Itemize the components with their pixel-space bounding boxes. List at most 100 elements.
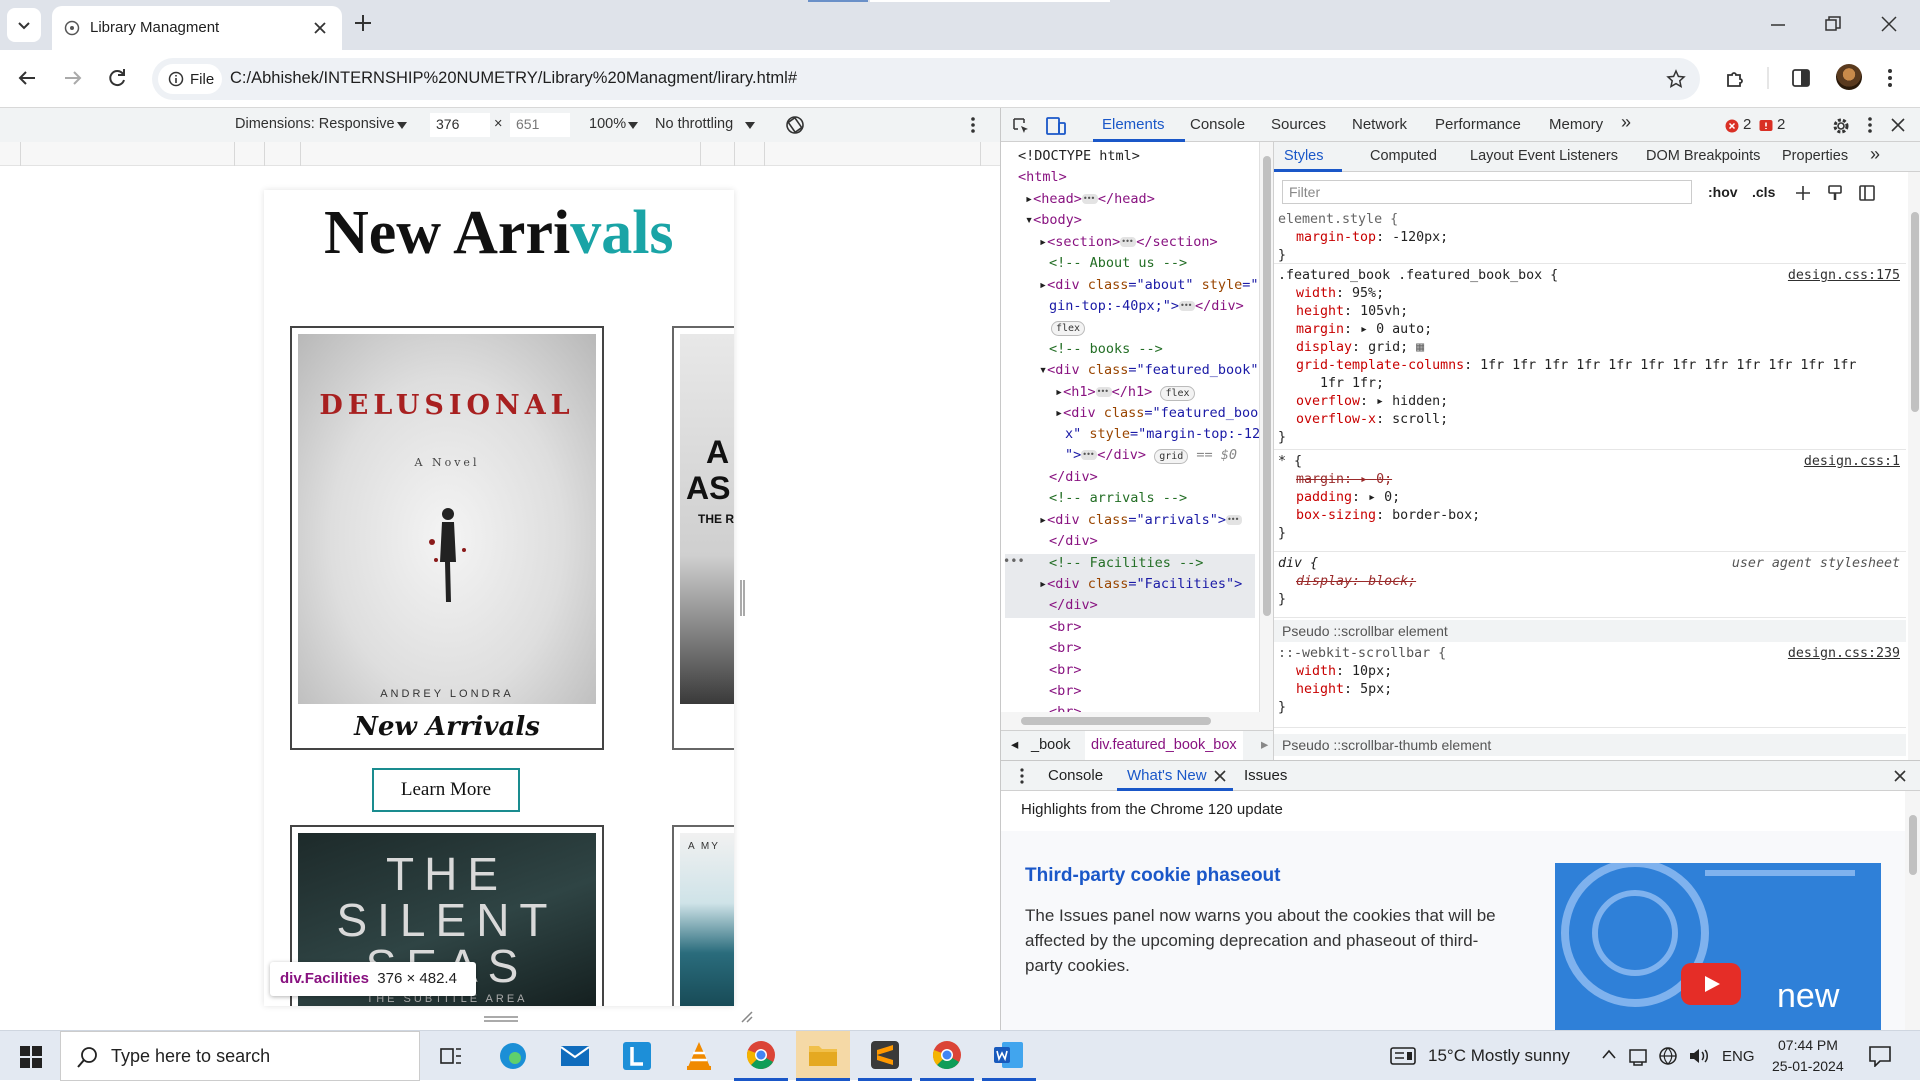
dom-node[interactable]: </div> <box>1049 595 1259 616</box>
css-rule-featured-book-box[interactable]: .featured_book .featured_book_box { desi… <box>1274 264 1906 450</box>
taskbar-mail[interactable] <box>548 1031 602 1081</box>
language-indicator[interactable]: ENG <box>1722 1048 1755 1065</box>
tab-sources[interactable]: Sources <box>1271 116 1326 133</box>
close-drawer-icon[interactable] <box>1894 770 1906 782</box>
dimensions-select[interactable]: Dimensions: Responsive <box>235 116 395 132</box>
dom-node[interactable]: <br> <box>1049 681 1259 702</box>
tab-network[interactable]: Network <box>1352 116 1407 133</box>
globe-icon[interactable] <box>1658 1046 1678 1066</box>
tab-properties[interactable]: Properties <box>1782 148 1848 164</box>
restore-icon[interactable] <box>1823 14 1843 34</box>
address-bar[interactable]: File C:/Abhishek/INTERNSHIP%20NUMETRY/Li… <box>152 58 1700 100</box>
notification-icon[interactable] <box>1868 1045 1892 1067</box>
task-view-button[interactable] <box>424 1031 478 1081</box>
css-rule-user-agent[interactable]: div { user agent stylesheet display: blo… <box>1274 552 1906 618</box>
kebab-menu-icon[interactable] <box>1886 67 1894 89</box>
tab-dom-breakpoints[interactable]: DOM Breakpoints <box>1646 148 1760 164</box>
book-card[interactable]: DELUSIONAL A Novel ANDREY LONDRA New Arr… <box>290 326 604 750</box>
dom-comment[interactable]: <!-- arrivals --> <box>1049 488 1259 509</box>
dom-node[interactable]: </div> <box>1049 467 1259 488</box>
tab-layout[interactable]: Layout <box>1470 148 1514 164</box>
tab-elements[interactable]: Elements <box>1102 116 1165 133</box>
taskbar-word[interactable] <box>982 1031 1036 1081</box>
breadcrumb-item-active[interactable]: div.featured_book_box <box>1085 731 1243 761</box>
height-input[interactable]: 651 <box>510 113 570 137</box>
reload-icon[interactable] <box>106 67 128 89</box>
taskbar-edge[interactable] <box>486 1031 540 1081</box>
breadcrumb-item[interactable]: _book <box>1031 737 1071 753</box>
windows-start-icon[interactable] <box>20 1046 42 1068</box>
dom-node[interactable]: ▸<div class="about" style=" <box>1039 275 1259 296</box>
hov-toggle[interactable]: :hov <box>1708 184 1738 200</box>
browser-tab[interactable]: Library Managment <box>52 6 342 50</box>
tab-memory[interactable]: Memory <box>1549 116 1603 133</box>
dom-node[interactable]: ▸<div class="arrivals"> <box>1039 509 1259 531</box>
taskbar-vlc[interactable] <box>672 1031 726 1081</box>
dom-node[interactable]: <html> <box>1018 167 1258 188</box>
paint-brush-icon[interactable] <box>1826 184 1844 202</box>
dom-node-selected[interactable]: ▸<div class="featured_boo <box>1055 403 1259 424</box>
error-icon[interactable] <box>1725 119 1739 133</box>
resize-handle-bottom[interactable] <box>484 1016 518 1022</box>
dom-node[interactable]: <br> <box>1049 617 1259 638</box>
tab-search-button[interactable] <box>7 8 41 42</box>
dom-vertical-scrollbar[interactable] <box>1259 142 1273 712</box>
dom-node[interactable]: ▾<body> <box>1025 210 1259 231</box>
dom-comment[interactable]: <!-- About us --> <box>1049 253 1259 274</box>
taskbar-chrome-2[interactable] <box>920 1031 974 1081</box>
weather-icon[interactable] <box>1390 1047 1416 1065</box>
dom-node[interactable]: <br> <box>1049 702 1259 712</box>
devtools-more-icon[interactable] <box>1867 116 1873 134</box>
close-tab-icon[interactable] <box>1214 770 1226 782</box>
device-more-icon[interactable] <box>970 116 976 134</box>
tab-console[interactable]: Console <box>1190 116 1245 133</box>
new-rule-icon[interactable] <box>1794 184 1812 202</box>
css-rule-universal[interactable]: * { design.css:1 margin: ▸ 0; padding: ▸… <box>1274 450 1906 552</box>
drawer-scrollbar[interactable] <box>1905 791 1920 1031</box>
zoom-select[interactable]: 100% <box>589 116 626 132</box>
book-card[interactable]: A MY <box>672 825 734 1006</box>
issues-icon[interactable] <box>1759 119 1773 133</box>
dom-node[interactable]: <br> <box>1049 638 1259 659</box>
resize-corner-icon[interactable] <box>740 1010 754 1024</box>
css-rule-element-style[interactable]: element.style { margin-top: -120px; } <box>1274 210 1906 264</box>
dom-node[interactable]: </div> <box>1049 531 1259 552</box>
css-rule-scrollbar[interactable]: ::-webkit-scrollbar { design.css:239 wid… <box>1274 642 1906 728</box>
forward-icon[interactable] <box>62 67 84 89</box>
toggle-sidebar-icon[interactable] <box>1858 184 1876 202</box>
profile-avatar[interactable] <box>1836 64 1862 90</box>
tab-performance[interactable]: Performance <box>1435 116 1521 133</box>
dom-node[interactable]: ▸<head></head> <box>1025 188 1259 210</box>
feature-title-link[interactable]: Third-party cookie phaseout <box>1025 865 1280 887</box>
tab-event-listeners[interactable]: Event Listeners <box>1518 148 1618 164</box>
back-icon[interactable] <box>16 67 38 89</box>
whats-new-video-thumbnail[interactable]: new <box>1555 863 1881 1033</box>
dom-comment[interactable]: <!-- books --> <box>1049 339 1259 360</box>
inspect-element-icon[interactable] <box>1011 116 1031 136</box>
taskbar-search-box[interactable]: Type here to search <box>60 1031 420 1081</box>
width-input[interactable]: 376 <box>430 113 490 137</box>
extensions-icon[interactable] <box>1724 67 1746 89</box>
clock-date[interactable]: 25-01-2024 <box>1772 1058 1844 1074</box>
taskbar-sublime[interactable] <box>858 1031 912 1081</box>
tab-styles[interactable]: Styles <box>1284 148 1324 164</box>
dom-comment[interactable]: <!-- Facilities --> <box>1049 553 1259 574</box>
dom-horizontal-scrollbar[interactable] <box>1001 712 1273 730</box>
taskbar-file-explorer[interactable] <box>796 1031 850 1081</box>
resize-handle-right[interactable] <box>740 580 745 616</box>
drawer-tab-console[interactable]: Console <box>1048 767 1103 784</box>
crumb-scroll-right[interactable]: ▸ <box>1261 737 1268 753</box>
settings-gear-icon[interactable] <box>1831 116 1851 136</box>
crumb-scroll-left[interactable]: ◂ <box>1011 737 1018 753</box>
dom-node[interactable]: <br> <box>1049 660 1259 681</box>
dom-node-hovered[interactable]: ▸<div class="Facilities"> <box>1039 574 1259 595</box>
drawer-menu-icon[interactable] <box>1019 768 1025 784</box>
close-tab-icon[interactable] <box>310 18 330 38</box>
dom-node[interactable]: ▸<h1></h1> flex <box>1055 381 1259 403</box>
site-info-chip[interactable]: File <box>158 64 222 94</box>
new-tab-icon[interactable] <box>352 12 374 34</box>
flex-badge[interactable]: flex <box>1051 317 1259 338</box>
taskbar-l-app[interactable] <box>610 1031 664 1081</box>
minimize-icon[interactable] <box>1768 14 1788 34</box>
taskbar-chrome[interactable] <box>734 1031 788 1081</box>
